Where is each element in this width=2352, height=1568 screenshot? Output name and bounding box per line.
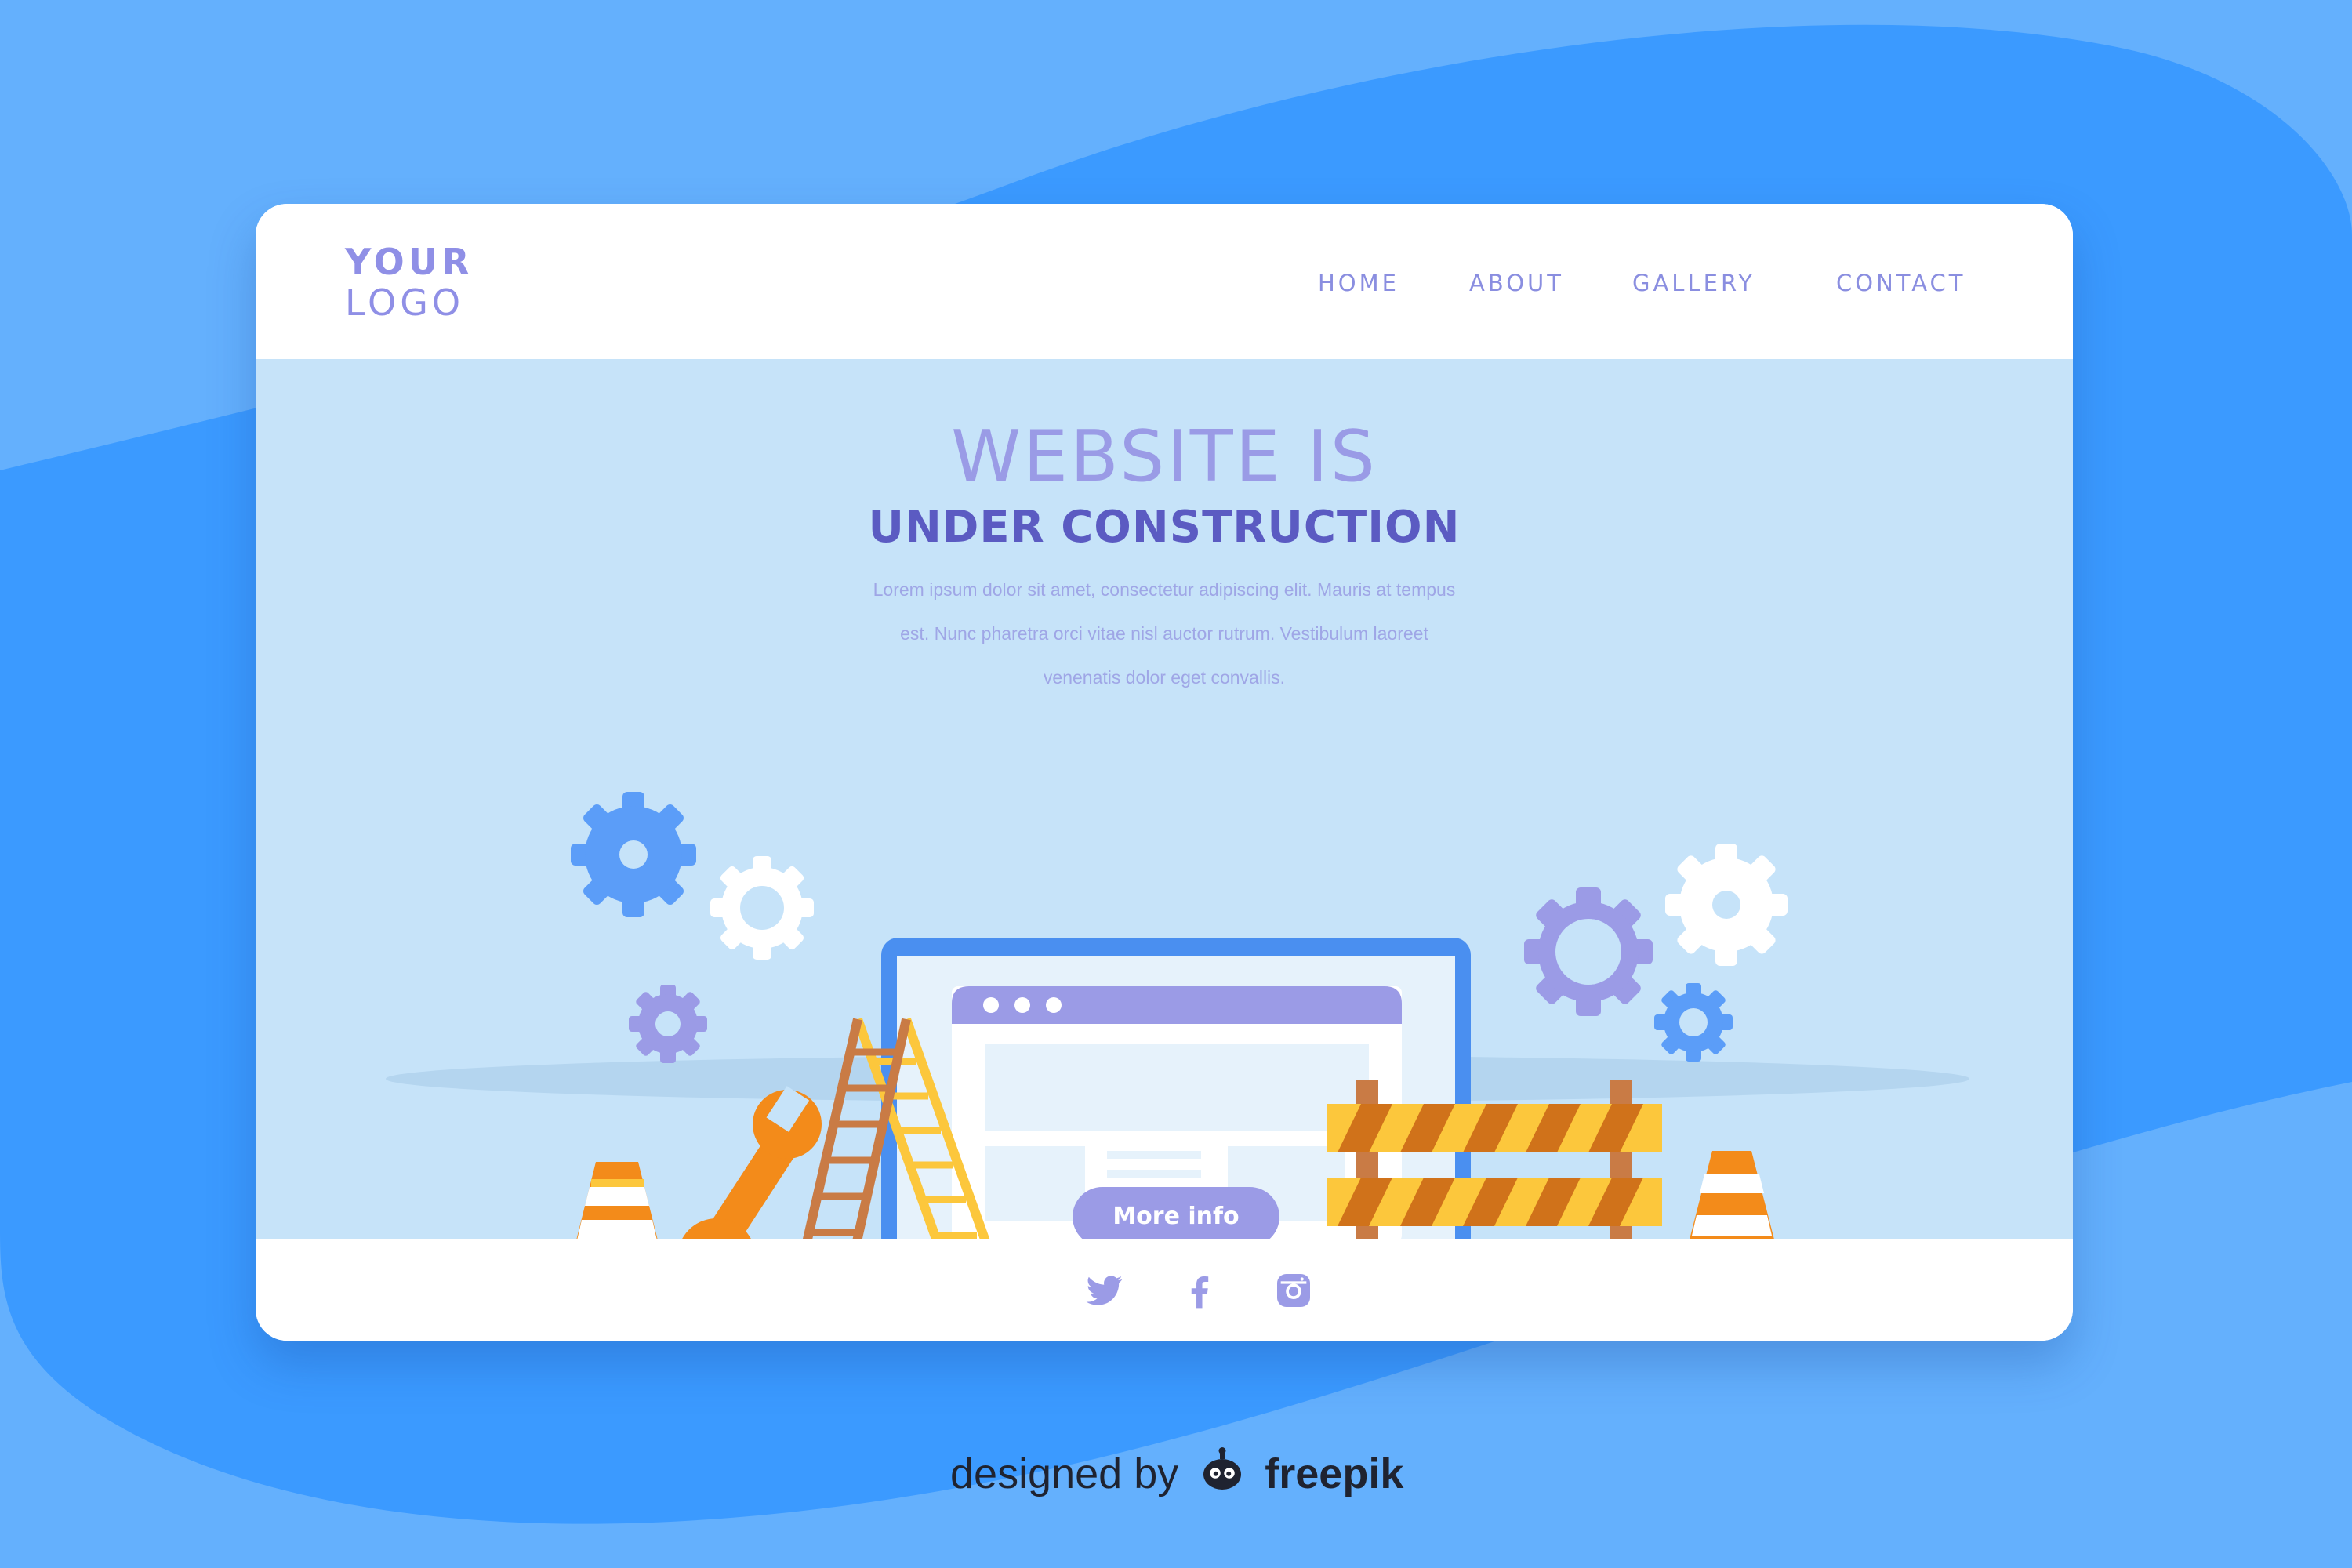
facebook-icon[interactable]: [1178, 1269, 1221, 1312]
gear-icon: [629, 985, 707, 1063]
nav-links: HOME ABOUT GALLERY CONTACT: [256, 270, 2073, 309]
hero-description: Lorem ipsum dolor sit amet, consectetur …: [851, 568, 1478, 699]
nav-contact[interactable]: CONTACT: [1836, 270, 1966, 296]
nav-about[interactable]: ABOUT: [1469, 270, 1564, 296]
traffic-cone-icon: [1690, 1151, 1774, 1239]
credit-prefix: designed by: [950, 1450, 1179, 1497]
more-info-button[interactable]: More info: [1073, 1187, 1279, 1247]
navbar: YOUR LOGO HOME ABOUT GALLERY CONTACT: [256, 204, 2073, 359]
gear-icon: [1654, 983, 1733, 1062]
hero-description-line: venenatis dolor eget convallis.: [1043, 667, 1286, 688]
hero-section: WEBSITE IS UNDER CONSTRUCTION Lorem ipsu…: [256, 359, 2073, 1239]
instagram-icon[interactable]: [1272, 1269, 1316, 1312]
landing-card: YOUR LOGO HOME ABOUT GALLERY CONTACT WEB…: [256, 204, 2073, 1341]
wrench-icon: [682, 1086, 822, 1239]
nav-gallery[interactable]: GALLERY: [1632, 270, 1755, 296]
designer-credit[interactable]: designed by freepik: [950, 1447, 1403, 1498]
gear-icon: [1524, 887, 1653, 1016]
footer: [256, 1239, 2073, 1341]
hero-description-line: est. Nunc pharetra orci vitae nisl aucto…: [900, 623, 1428, 644]
nav-home[interactable]: HOME: [1318, 270, 1399, 296]
gear-icon: [571, 792, 696, 917]
twitter-icon[interactable]: [1082, 1269, 1126, 1312]
barricade-icon: [1327, 1080, 1662, 1239]
gear-icon: [710, 856, 814, 960]
gear-icon: [1665, 844, 1788, 966]
traffic-cone-icon: [576, 1162, 658, 1239]
headline-website-is: WEBSITE IS: [951, 416, 1377, 498]
credit-brand: freepik: [1265, 1450, 1404, 1497]
freepik-logo-icon: [1203, 1447, 1242, 1490]
headline-under-construction: UNDER CONSTRUCTION: [868, 502, 1461, 553]
hero-description-line: Lorem ipsum dolor sit amet, consectetur …: [873, 579, 1456, 600]
